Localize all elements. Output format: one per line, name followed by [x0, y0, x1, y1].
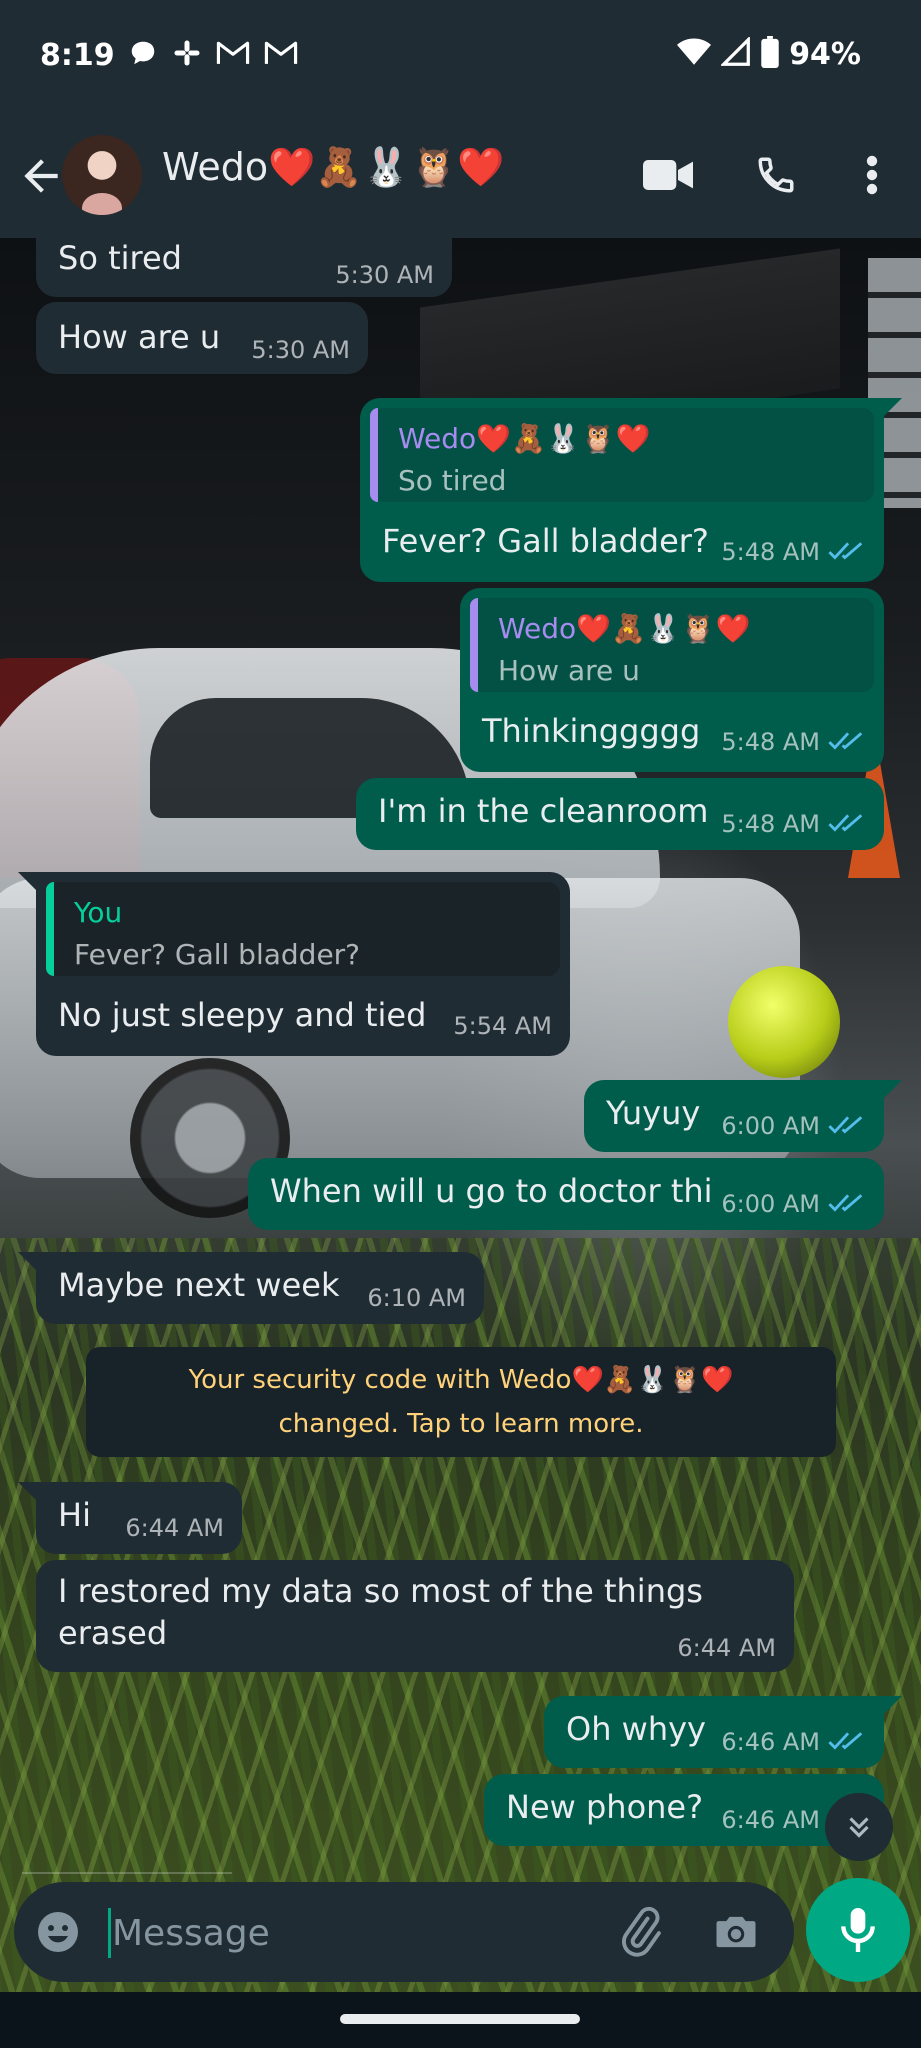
more-options-icon[interactable] [840, 143, 904, 207]
message-text: So tired [58, 239, 182, 277]
read-ticks-icon [828, 814, 863, 832]
back-arrow-icon[interactable] [16, 151, 66, 201]
outgoing-message[interactable]: I'm in the cleanroom 5:48 AM [356, 778, 884, 850]
message-text: erased [58, 1614, 168, 1652]
system-navigation-bar [0, 1992, 921, 2048]
bubble-tail [18, 1482, 38, 1502]
message-text: Thinkinggggg [482, 712, 701, 750]
bubble-tail [882, 1080, 902, 1100]
message-time: 5:30 AM [335, 261, 434, 289]
scroll-divider [22, 1872, 232, 1874]
scroll-to-bottom-button[interactable] [825, 1793, 893, 1861]
voice-message-button[interactable] [806, 1878, 910, 1982]
bubble-tail [882, 1696, 902, 1716]
message-input[interactable] [110, 1900, 594, 1966]
double-chevron-down-icon [849, 1817, 869, 1838]
voice-call-icon[interactable] [744, 143, 808, 207]
home-gesture-handle[interactable] [340, 2014, 580, 2024]
wallpaper-helmet [728, 966, 840, 1078]
incoming-message[interactable]: Maybe next week 6:10 AM [36, 1252, 484, 1324]
notice-line-2: changed. Tap to learn more. [278, 1409, 644, 1439]
read-ticks-icon [828, 732, 863, 750]
outgoing-message[interactable]: Oh whyy 6:46 AM [544, 1696, 884, 1768]
bubble-tail [882, 398, 902, 418]
message-time: 6:46 AM [721, 1728, 820, 1756]
gmail-icon [264, 38, 298, 76]
battery-percentage: 94% [789, 36, 861, 72]
message-time: 6:00 AM [721, 1112, 820, 1140]
quoted-message[interactable]: You Fever? Gall bladder? [46, 882, 560, 976]
outgoing-message[interactable]: Wedo❤️🧸🐰🦉❤️ So tired Fever? Gall bladder… [360, 398, 884, 582]
message-text: New phone? [506, 1788, 704, 1826]
contact-avatar[interactable] [62, 135, 142, 215]
message-time: 6:44 AM [125, 1514, 224, 1542]
quote-author: Wedo❤️🧸🐰🦉❤️ [398, 422, 651, 455]
message-time: 6:00 AM [721, 1190, 820, 1218]
incoming-message[interactable]: You Fever? Gall bladder? No just sleepy … [36, 872, 570, 1056]
contact-name[interactable]: Wedo❤️🧸🐰🦉❤️ [162, 145, 505, 190]
message-time: 5:48 AM [721, 538, 820, 566]
bubble-tail [18, 872, 38, 892]
message-text: Hi [58, 1496, 91, 1534]
message-time: 5:48 AM [721, 810, 820, 838]
cell-signal-icon [719, 35, 751, 71]
wifi-icon [677, 37, 712, 71]
bubble-tail [18, 1252, 38, 1272]
status-notification-icons [128, 38, 298, 76]
status-bar: 8:19 94% [0, 0, 921, 115]
gmail-icon [216, 38, 250, 76]
quote-text: How are u [498, 654, 640, 687]
message-time: 5:54 AM [453, 1012, 552, 1040]
battery-icon [761, 36, 779, 72]
message-text: Fever? Gall bladder? [382, 522, 709, 560]
message-text: I restored my data so most of the things [58, 1572, 703, 1610]
quote-author: Wedo❤️🧸🐰🦉❤️ [498, 612, 751, 645]
quote-author: You [74, 896, 123, 929]
microphone-icon [841, 1908, 875, 1952]
message-text: Oh whyy [566, 1710, 706, 1748]
incoming-message[interactable]: I restored my data so most of the things… [36, 1560, 794, 1672]
chat-bubble-icon [128, 38, 158, 76]
slack-icon [172, 38, 202, 76]
incoming-message[interactable]: Hi 6:44 AM [36, 1482, 242, 1554]
message-time: 6:10 AM [367, 1284, 466, 1312]
status-time: 8:19 [40, 38, 115, 73]
message-time: 6:46 AM [721, 1806, 820, 1834]
message-time: 5:48 AM [721, 728, 820, 756]
message-text: When will u go to doctor thi [270, 1172, 713, 1210]
message-composer [14, 1882, 794, 1982]
read-ticks-icon [828, 1116, 863, 1134]
incoming-message[interactable]: So tired 5:30 AM [36, 225, 452, 297]
message-text: How are u [58, 318, 221, 356]
quote-bar [470, 598, 478, 692]
message-text: Maybe next week [58, 1266, 340, 1304]
message-text: No just sleepy and tied [58, 996, 427, 1034]
read-ticks-icon [828, 542, 863, 560]
quoted-message[interactable]: Wedo❤️🧸🐰🦉❤️ How are u [470, 598, 874, 692]
message-text: Yuyuy [606, 1094, 701, 1132]
quote-text: So tired [398, 464, 507, 497]
emoji-icon[interactable] [34, 1908, 82, 1956]
message-time: 5:30 AM [251, 336, 350, 364]
message-text: I'm in the cleanroom [378, 792, 709, 830]
attach-icon[interactable] [614, 1906, 666, 1958]
quote-bar [46, 882, 54, 976]
message-time: 6:44 AM [677, 1634, 776, 1662]
video-call-icon[interactable] [636, 143, 700, 207]
quote-text: Fever? Gall bladder? [74, 938, 361, 971]
quote-bar [370, 408, 378, 502]
incoming-message[interactable]: How are u 5:30 AM [36, 302, 368, 374]
outgoing-message[interactable]: Wedo❤️🧸🐰🦉❤️ How are u Thinkinggggg 5:48 … [460, 588, 884, 772]
quoted-message[interactable]: Wedo❤️🧸🐰🦉❤️ So tired [370, 408, 874, 502]
camera-icon[interactable] [710, 1906, 762, 1958]
notice-line-1: Your security code with Wedo❤️🧸🐰🦉❤️ [188, 1365, 734, 1395]
read-ticks-icon [828, 1732, 863, 1750]
outgoing-message[interactable]: When will u go to doctor thi 6:00 AM [248, 1158, 884, 1230]
read-ticks-icon [828, 1194, 863, 1212]
chat-header: Wedo❤️🧸🐰🦉❤️ [0, 115, 921, 238]
outgoing-message[interactable]: Yuyuy 6:00 AM [584, 1080, 884, 1152]
outgoing-message[interactable]: New phone? 6:46 AM [484, 1774, 884, 1846]
security-code-notice[interactable]: Your security code with Wedo❤️🧸🐰🦉❤️ chan… [86, 1347, 836, 1457]
status-system-icons: 94% [677, 35, 861, 72]
